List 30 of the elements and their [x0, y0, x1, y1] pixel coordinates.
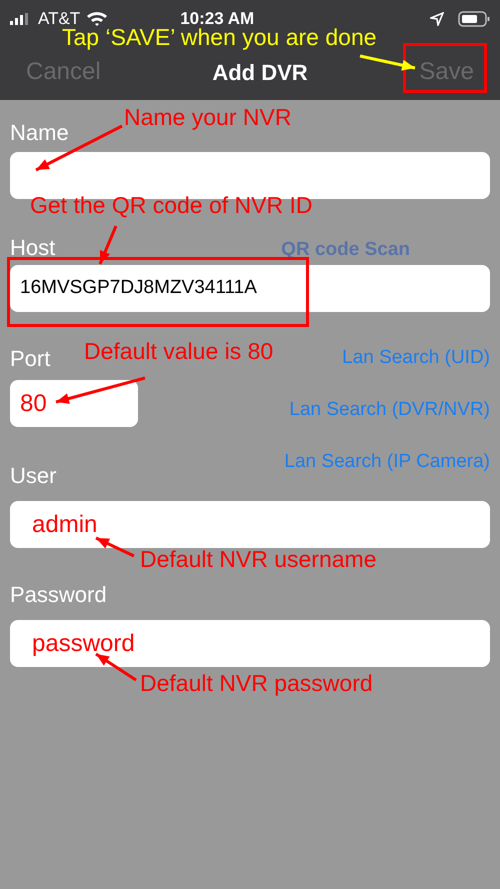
arrow — [98, 225, 118, 265]
location-arrow-icon — [430, 12, 444, 26]
wifi-icon — [86, 11, 108, 27]
field-label: User — [10, 463, 56, 488]
screen-title: Add DVR — [212, 58, 308, 86]
text-field[interactable]: password — [10, 620, 490, 667]
callout-text: Name your NVR — [124, 106, 292, 129]
link[interactable]: Lan Search (DVR/NVR) — [289, 400, 490, 419]
callout-text: Get the QR code of NVR ID — [30, 194, 313, 217]
callout-text: Default NVR username — [140, 548, 376, 571]
callout-text: Default value is 80 — [84, 340, 274, 363]
field-label: Name — [10, 122, 70, 144]
arrow — [360, 54, 416, 71]
text-field[interactable]: admin — [10, 501, 490, 548]
field-value: 16MVSGP7DJ8MZV34111A — [20, 276, 257, 300]
clock-text: 10:23 AM — [180, 8, 254, 28]
text-field[interactable]: 16MVSGP7DJ8MZV34111A — [10, 265, 490, 312]
carrier-text: AT&T — [38, 8, 80, 29]
link[interactable]: Lan Search (IP Camera) — [284, 452, 490, 471]
annotation-text: admin — [32, 510, 98, 540]
callout-text: Tap ‘SAVE’ when you are done — [62, 26, 377, 49]
annotation-text: password — [32, 628, 135, 658]
annotation-text: 80 — [20, 388, 47, 418]
arrow — [95, 536, 135, 558]
battery-icon — [458, 11, 490, 27]
link[interactable]: Lan Search (UID) — [342, 348, 490, 367]
field-label: Host — [10, 237, 56, 259]
field-label: Password — [10, 582, 107, 607]
text-field[interactable]: 80 — [10, 380, 138, 427]
callout-text: Default NVR password — [140, 672, 373, 695]
